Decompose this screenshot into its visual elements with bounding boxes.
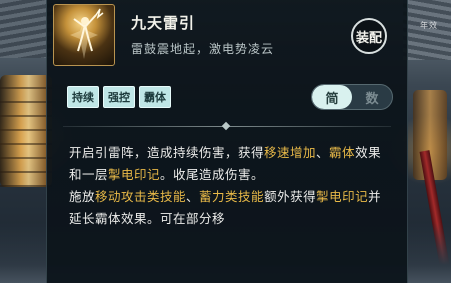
lantern-left — [0, 75, 52, 187]
description-text: 开启引雷阵，造成持续伤害，获得 — [69, 145, 265, 160]
keyword-highlight: 掣电印记 — [108, 167, 161, 182]
equip-button[interactable]: 装配 — [351, 18, 387, 54]
toggle-detailed[interactable]: 数 — [352, 85, 392, 109]
skill-subtitle: 雷鼓震地起，激电势凌云 — [131, 42, 275, 56]
keyword-highlight: 霸体 — [329, 145, 356, 160]
keyword-highlight: 移动攻击类技能 — [95, 189, 187, 204]
description-text: 。收尾造成伤害。 — [160, 167, 265, 182]
description-text: 额外获得 — [264, 189, 317, 204]
skill-detail-panel: 九天雷引 雷鼓震地起，激电势凌云 装配 持续 强控 霸体 简 数 开启引雷阵，造… — [46, 0, 408, 283]
keyword-highlight: 移速增加 — [264, 145, 317, 160]
skill-tags: 持续 强控 霸体 — [67, 86, 171, 108]
lightning-caster-icon — [53, 4, 115, 66]
description-text: 施放 — [69, 189, 96, 204]
description-paragraph-2: 施放移动攻击类技能、蓄力类技能额外获得掣电印记并延长霸体效果。可在部分移 — [69, 186, 385, 230]
toggle-simple[interactable]: 简 — [312, 85, 352, 109]
description-text: 、 — [186, 189, 200, 204]
tag-sustained: 持续 — [67, 86, 99, 108]
tag-super-armor: 霸体 — [139, 86, 171, 108]
skill-description: 开启引雷阵，造成持续伤害，获得移速增加、霸体效果和一层掣电印记。收尾造成伤害。 … — [69, 142, 385, 230]
background-side-text: 年效 — [420, 21, 438, 30]
description-paragraph-1: 开启引雷阵，造成持续伤害，获得移速增加、霸体效果和一层掣电印记。收尾造成伤害。 — [69, 142, 385, 186]
skill-name: 九天雷引 — [131, 14, 196, 32]
divider — [63, 126, 391, 127]
keyword-highlight: 蓄力类技能 — [199, 189, 265, 204]
description-text: 、 — [316, 145, 330, 160]
keyword-highlight: 掣电印记 — [316, 189, 369, 204]
tag-hard-control: 强控 — [103, 86, 135, 108]
description-mode-toggle[interactable]: 简 数 — [311, 84, 393, 110]
